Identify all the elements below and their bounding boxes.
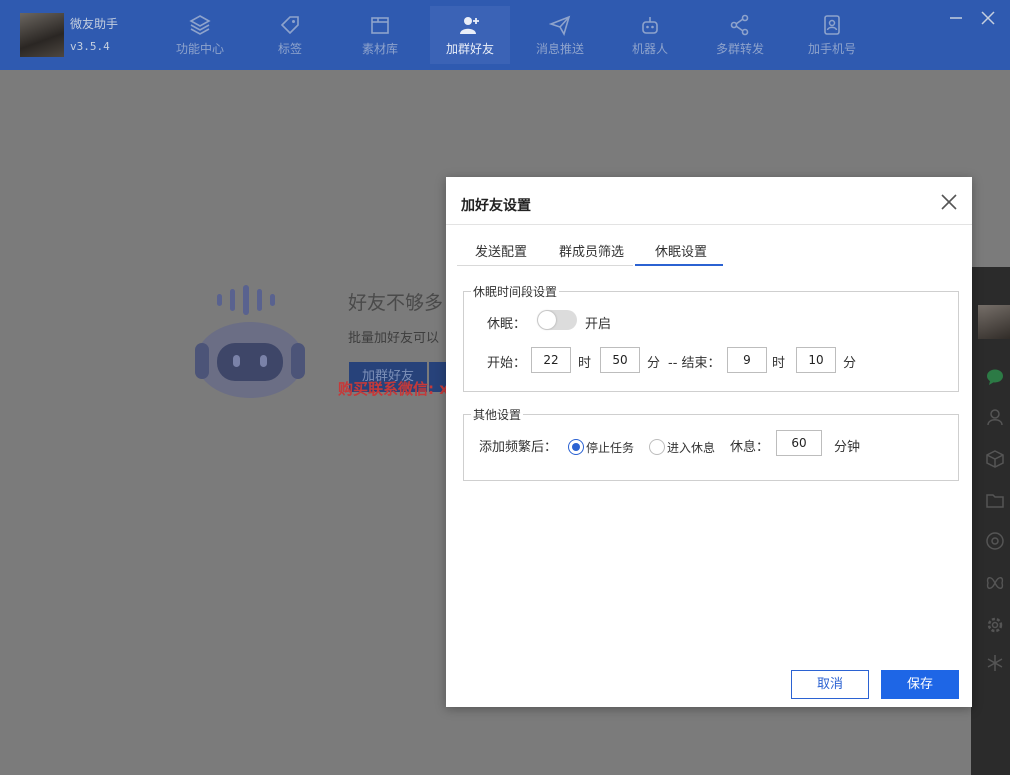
- layers-icon: [189, 15, 211, 35]
- gear-icon[interactable]: [985, 615, 1005, 635]
- share-icon: [730, 14, 749, 36]
- start-hour-input[interactable]: 22: [531, 347, 571, 373]
- minute-unit: 分: [843, 356, 857, 371]
- hour-unit: 时: [578, 356, 592, 371]
- app-version: v3.5.4: [70, 40, 110, 53]
- folder-icon[interactable]: [985, 490, 1005, 510]
- rest-label: 休息：: [730, 440, 770, 455]
- tab-sleep-settings[interactable]: 休眠设置: [655, 241, 707, 260]
- app-name: 微友助手: [70, 17, 119, 31]
- end-label: -- 结束：: [668, 356, 721, 371]
- nav-item-add-group-friends[interactable]: 加群好友: [430, 6, 510, 64]
- add-user-icon: [460, 17, 479, 34]
- cube-icon[interactable]: [985, 449, 1005, 469]
- nav-label: 消息推送: [535, 42, 584, 56]
- window-close-icon[interactable]: [978, 8, 998, 28]
- add-friend-settings-dialog: 加好友设置 发送配置 群成员筛选 休眠设置 休眠时间段设置 休眠： 开启 开始：…: [446, 177, 972, 707]
- sleep-label: 休眠：: [487, 317, 527, 332]
- dialog-title: 加好友设置: [461, 198, 531, 214]
- chat-icon[interactable]: [985, 367, 1005, 387]
- send-icon: [549, 15, 571, 36]
- nav-item-message-push[interactable]: 消息推送: [520, 6, 600, 64]
- nav-label: 素材库: [361, 42, 398, 56]
- nav-label: 加群好友: [445, 42, 494, 56]
- minimize-icon[interactable]: [948, 10, 964, 26]
- stop-task-label: 停止任务: [586, 441, 635, 455]
- sleep-period-legend: 休眠时间段设置: [471, 283, 560, 300]
- robot-illustration: [195, 285, 305, 398]
- tag-icon: [280, 16, 299, 35]
- tab-member-filter[interactable]: 群成员筛选: [559, 241, 624, 260]
- start-minute-input[interactable]: 50: [600, 347, 640, 373]
- avatar[interactable]: [978, 305, 1010, 339]
- nav-item-materials[interactable]: 素材库: [340, 6, 420, 64]
- toggle-knob: [538, 311, 556, 329]
- nav-label: 加手机号: [807, 42, 856, 56]
- aperture-icon[interactable]: [985, 531, 1005, 551]
- empty-state-description: 批量加好友可以: [348, 331, 440, 346]
- top-bar: 微友助手 v3.5.4 功能中心 标签 素材库 加群好友 消息推送 机器人 多群…: [0, 0, 1010, 70]
- nav-label: 机器人: [631, 42, 668, 56]
- sleep-toggle[interactable]: [537, 310, 577, 330]
- folder-icon: [371, 17, 389, 34]
- nav-item-tags[interactable]: 标签: [250, 6, 330, 64]
- tab-send-config[interactable]: 发送配置: [475, 241, 527, 260]
- nav-label: 多群转发: [715, 42, 764, 56]
- nav-item-function-center[interactable]: 功能中心: [160, 6, 240, 64]
- frequent-add-label: 添加频繁后：: [479, 440, 558, 455]
- app-logo: [20, 13, 64, 57]
- enter-rest-radio[interactable]: [649, 439, 665, 455]
- cancel-button[interactable]: 取消: [791, 670, 869, 699]
- tab-bar-line: [457, 265, 633, 266]
- stop-task-radio[interactable]: [568, 439, 584, 455]
- sleep-period-group: [463, 291, 959, 392]
- star-icon[interactable]: [985, 653, 1005, 673]
- nav-label: 功能中心: [175, 42, 224, 56]
- phone-contact-icon: [824, 15, 840, 35]
- robot-icon: [642, 17, 658, 34]
- right-side-panel: [971, 267, 1010, 775]
- close-icon[interactable]: [939, 192, 959, 212]
- nav-label: 标签: [277, 42, 302, 56]
- toggle-label: 开启: [585, 317, 612, 332]
- start-label: 开始：: [487, 356, 527, 371]
- hour-unit: 时: [772, 356, 786, 371]
- minute-unit: 分: [647, 356, 661, 371]
- enter-rest-label: 进入休息: [667, 441, 716, 455]
- user-icon[interactable]: [985, 407, 1005, 427]
- save-button[interactable]: 保存: [881, 670, 959, 699]
- other-settings-legend: 其他设置: [471, 406, 524, 423]
- divider: [446, 224, 972, 225]
- rest-unit: 分钟: [834, 440, 861, 455]
- active-tab-indicator: [635, 264, 723, 266]
- nav-item-multi-group-forward[interactable]: 多群转发: [700, 6, 780, 64]
- end-minute-input[interactable]: 10: [796, 347, 836, 373]
- empty-state-title: 好友不够多: [348, 292, 444, 314]
- nav-item-add-phone[interactable]: 加手机号: [792, 6, 872, 64]
- end-hour-input[interactable]: 9: [727, 347, 767, 373]
- rest-minutes-input[interactable]: 60: [776, 430, 822, 456]
- butterfly-icon[interactable]: [985, 573, 1005, 593]
- nav-item-robot[interactable]: 机器人: [610, 6, 690, 64]
